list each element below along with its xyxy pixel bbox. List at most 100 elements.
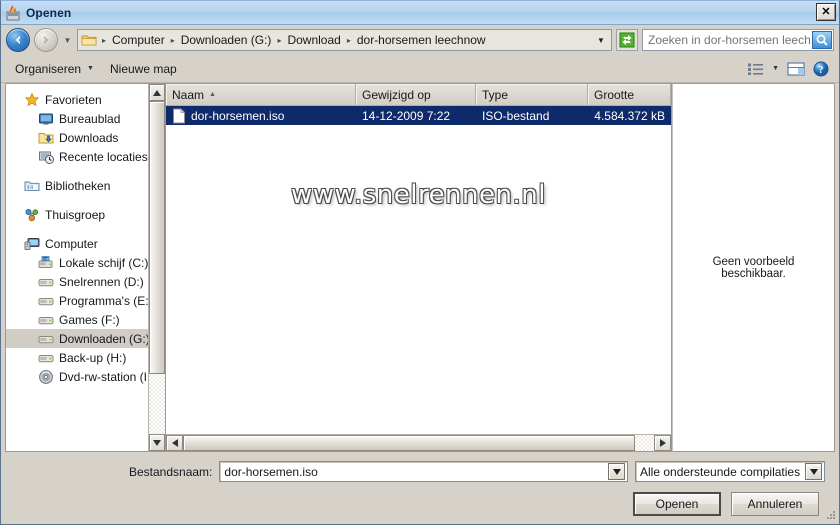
sidebar-item-programma-s-e[interactable]: Programma's (E:) [6, 291, 148, 310]
breadcrumb-sep-0[interactable]: ▸ [100, 36, 108, 45]
sidebar-item-dvd-rw-station-i[interactable]: Dvd-rw-station (I:) [6, 367, 148, 386]
sidebar-item-label: Snelrennen (D:) [59, 274, 144, 289]
navigation-list: Favorieten Bureaublad Downloads Recente loc… [6, 84, 148, 451]
preview-pane-icon[interactable] [783, 60, 809, 78]
table-row[interactable]: dor-horsemen.iso 14-12-2009 7:22 ISO-besta… [166, 106, 671, 125]
organize-button[interactable]: Organiseren ▼ [7, 59, 102, 79]
address-bar[interactable]: ▸ Computer ▸ Downloaden (G:) ▸ Download … [77, 29, 612, 51]
organize-label: Organiseren [15, 61, 82, 76]
column-header-grootte[interactable]: Grootte [588, 84, 671, 105]
sidebar-item-favorieten[interactable]: Favorieten [6, 90, 148, 109]
column-header-label: Type [482, 87, 509, 102]
sidebar-item-bibliotheken[interactable]: Bibliotheken [6, 176, 148, 195]
search-input[interactable] [648, 33, 812, 47]
star-icon [24, 92, 40, 108]
sidebar-item-thuisgroep[interactable]: Thuisgroep [6, 205, 148, 224]
cancel-button[interactable]: Annuleren [731, 492, 819, 516]
column-header-gewijzigd-op[interactable]: Gewijzigd op [356, 84, 476, 105]
breadcrumb-sep-1[interactable]: ▸ [169, 36, 177, 45]
filename-combo[interactable] [219, 461, 628, 482]
sidebar-item-recente-locaties[interactable]: Recente locaties [6, 147, 148, 166]
filename-row: Bestandsnaam: Alle ondersteunde compilat… [15, 461, 825, 482]
scroll-up-icon[interactable] [149, 84, 165, 101]
filetype-filter-value: Alle ondersteunde compilaties ( [640, 464, 804, 479]
file-list-hscrollbar[interactable] [166, 434, 671, 451]
navigation-scroll-thumb[interactable] [149, 101, 165, 375]
drive-icon [38, 331, 54, 347]
drive-icon [38, 350, 54, 366]
file-name-cell-text: dor-horsemen.iso [191, 108, 285, 123]
column-header-label: Grootte [594, 87, 635, 102]
nav-gap [6, 224, 148, 234]
breadcrumb-item-0[interactable]: Computer [108, 32, 169, 48]
sidebar-item-downloaden-g[interactable]: Downloaden (G:) [6, 329, 148, 348]
file-type-cell-text: ISO-bestand [482, 108, 550, 123]
computer-icon [24, 236, 40, 252]
breadcrumb-sep-3[interactable]: ▸ [345, 36, 353, 45]
breadcrumb: ▸ Computer ▸ Downloaden (G:) ▸ Download … [100, 32, 593, 48]
scroll-down-icon[interactable] [149, 434, 165, 451]
filename-dropdown-icon[interactable] [608, 463, 625, 480]
forward-arrow-icon[interactable] [34, 28, 58, 52]
filetype-filter-combo[interactable]: Alle ondersteunde compilaties ( [635, 461, 825, 482]
file-modified-cell: 14-12-2009 7:22 [356, 109, 476, 123]
sidebar-item-label: Bureaublad [59, 111, 121, 126]
recent-locations-icon [38, 149, 54, 165]
sidebar-item-label: Thuisgroep [45, 207, 106, 222]
open-button[interactable]: Openen [633, 492, 721, 516]
sidebar-item-downloads[interactable]: Downloads [6, 128, 148, 147]
column-header-type[interactable]: Type [476, 84, 588, 105]
scroll-left-icon[interactable] [166, 435, 183, 451]
sidebar-item-back-up-h[interactable]: Back-up (H:) [6, 348, 148, 367]
filename-input[interactable] [224, 464, 607, 479]
nav-gap [6, 166, 148, 176]
homegroup-icon [24, 207, 40, 223]
view-dropdown-icon[interactable]: ▼ [768, 63, 783, 74]
sidebar-item-games-f[interactable]: Games (F:) [6, 310, 148, 329]
toolbar: Organiseren ▼ Nieuwe map ▼ ? [1, 55, 839, 83]
search-icon[interactable] [812, 31, 832, 49]
sidebar-item-lokale-schijf-c[interactable]: Lokale schijf (C:) [6, 253, 148, 272]
sidebar-item-label: Games (F:) [59, 312, 120, 327]
drive-icon [38, 293, 54, 309]
watermark: www.snelrennen.nl [291, 180, 546, 210]
column-header-naam[interactable]: Naam ▲ [166, 84, 356, 105]
new-folder-button[interactable]: Nieuwe map [102, 59, 185, 79]
navigation-scroll-track[interactable] [149, 101, 165, 434]
search-box[interactable] [642, 29, 834, 51]
libraries-icon [24, 178, 40, 194]
sidebar-item-label: Lokale schijf (C:) [59, 255, 148, 270]
breadcrumb-item-3[interactable]: dor-horsemen leechnow [353, 32, 490, 48]
preview-message: Geen voorbeeld beschikbaar. [712, 255, 795, 280]
file-size-cell: 4.584.372 kB [588, 109, 671, 123]
breadcrumb-item-2[interactable]: Download [283, 32, 344, 48]
file-rows: dor-horsemen.iso 14-12-2009 7:22 ISO-besta… [166, 106, 671, 434]
sidebar-item-snelrennen-d[interactable]: Snelrennen (D:) [6, 272, 148, 291]
breadcrumb-sep-2[interactable]: ▸ [275, 36, 283, 45]
sidebar-item-label: Programma's (E:) [59, 293, 148, 308]
file-modified-cell-text: 14-12-2009 7:22 [362, 108, 451, 123]
sidebar-item-label: Favorieten [45, 92, 102, 107]
scroll-right-icon[interactable] [654, 435, 671, 451]
system-drive-icon [38, 255, 54, 271]
address-dropdown-icon[interactable]: ▼ [593, 36, 609, 45]
refresh-icon[interactable] [616, 29, 638, 51]
filter-dropdown-icon[interactable] [805, 463, 822, 480]
dialog-body: Favorieten Bureaublad Downloads Recente loc… [1, 83, 839, 452]
breadcrumb-item-1[interactable]: Downloaden (G:) [177, 32, 276, 48]
history-dropdown-icon[interactable]: ▼ [62, 36, 73, 45]
filename-label: Bestandsnaam: [129, 464, 213, 479]
chevron-down-icon: ▼ [87, 65, 94, 72]
hscroll-track[interactable] [183, 435, 654, 451]
sidebar-item-computer[interactable]: Computer [6, 234, 148, 253]
dialog-footer: Bestandsnaam: Alle ondersteunde compilat… [1, 452, 839, 524]
resize-grip-icon[interactable] [823, 509, 836, 522]
back-arrow-icon[interactable] [6, 28, 30, 52]
help-icon[interactable]: ? [809, 59, 833, 79]
preview-pane: Geen voorbeeld beschikbaar. [672, 83, 835, 452]
hscroll-thumb[interactable] [183, 435, 636, 451]
close-button[interactable]: ✕ [816, 3, 836, 21]
view-list-icon[interactable] [743, 60, 768, 78]
sidebar-item-bureaublad[interactable]: Bureaublad [6, 109, 148, 128]
navigation-scrollbar[interactable] [148, 84, 165, 451]
